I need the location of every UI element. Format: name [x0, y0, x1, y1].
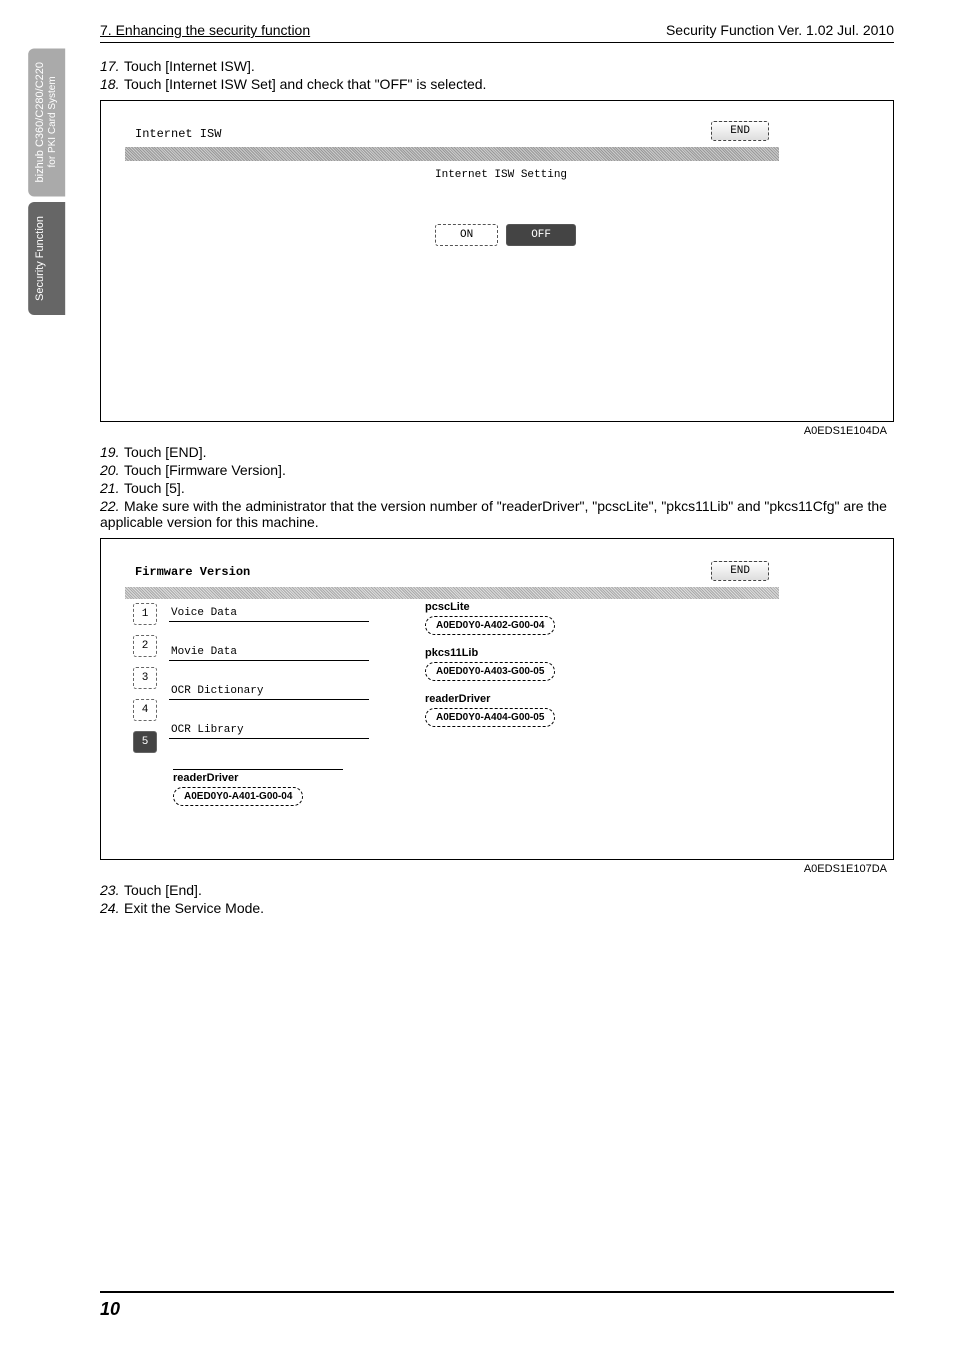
on-off-group: ON OFF — [435, 224, 576, 246]
page-5-button[interactable]: 5 — [133, 731, 157, 753]
tab-security: Security Function — [28, 202, 65, 315]
off-button[interactable]: OFF — [506, 224, 576, 246]
page-2-button[interactable]: 2 — [133, 635, 157, 657]
readerdriver-name-overlay: readerDriver — [173, 769, 343, 784]
page-buttons: 1 2 3 4 5 — [133, 603, 157, 753]
step-20: 20.Touch [Firmware Version]. — [100, 462, 894, 478]
page-4-button[interactable]: 4 — [133, 699, 157, 721]
voice-data-label: Voice Data — [169, 601, 369, 622]
end-button[interactable]: END — [711, 121, 769, 141]
tab-model-sub: for PKI Card System — [47, 62, 59, 182]
page-1-button[interactable]: 1 — [133, 603, 157, 625]
right-column: pcscLite A0ED0Y0-A402-G00-04 pkcs11Lib A… — [425, 601, 655, 739]
header-version: Security Function Ver. 1.02 Jul. 2010 — [666, 22, 894, 38]
screenshot-firmware-version: Firmware Version END 1 2 3 4 5 Voice Dat… — [100, 538, 894, 860]
readerdriver-value-right: A0ED0Y0-A404-G00-05 — [425, 708, 555, 727]
readerdriver-value-overlay: A0ED0Y0-A401-G00-04 — [173, 787, 303, 806]
page-header: 7. Enhancing the security function Secur… — [100, 22, 894, 43]
left-column: Voice Data Movie Data OCR Dictionary OCR… — [169, 601, 369, 757]
frame2-id: A0EDS1E107DA — [804, 863, 887, 875]
side-tabs: bizhub C360/C280/C220 for PKI Card Syste… — [28, 48, 65, 321]
pcsclite-name: pcscLite — [425, 601, 655, 613]
tab-security-label: Security Function — [34, 216, 46, 301]
screen1-divider — [125, 147, 779, 161]
screen1-title: Internet ISW — [135, 127, 221, 141]
pcsclite-value: A0ED0Y0-A402-G00-04 — [425, 616, 555, 635]
step-17: 17.Touch [Internet ISW]. — [100, 58, 894, 74]
page-body: 17.Touch [Internet ISW]. 18.Touch [Inter… — [100, 58, 894, 918]
header-section: 7. Enhancing the security function — [100, 22, 310, 38]
screenshot-internet-isw: Internet ISW END Internet ISW Setting ON… — [100, 100, 894, 422]
movie-data-label: Movie Data — [169, 640, 369, 661]
frame1-id: A0EDS1E104DA — [804, 425, 887, 437]
page-footer: 10 — [100, 1291, 894, 1320]
step-19: 19.Touch [END]. — [100, 444, 894, 460]
tab-model: bizhub C360/C280/C220 for PKI Card Syste… — [28, 48, 65, 196]
page-3-button[interactable]: 3 — [133, 667, 157, 689]
end-button-2[interactable]: END — [711, 561, 769, 581]
screen2-title: Firmware Version — [135, 565, 250, 579]
screen1-subtitle: Internet ISW Setting — [435, 169, 567, 181]
step-18: 18.Touch [Internet ISW Set] and check th… — [100, 76, 894, 92]
page-number: 10 — [100, 1299, 120, 1319]
readerdriver-overlay: readerDriver A0ED0Y0-A401-G00-04 — [173, 769, 343, 818]
step-24: 24.Exit the Service Mode. — [100, 900, 894, 916]
pkcs11lib-name: pkcs11Lib — [425, 647, 655, 659]
ocr-library-label: OCR Library — [169, 718, 369, 739]
step-21: 21.Touch [5]. — [100, 480, 894, 496]
on-button[interactable]: ON — [435, 224, 498, 246]
pkcs11lib-value: A0ED0Y0-A403-G00-05 — [425, 662, 555, 681]
readerdriver-name-right: readerDriver — [425, 693, 655, 705]
screen2-divider — [125, 587, 779, 599]
tab-model-main: bizhub C360/C280/C220 — [34, 62, 46, 182]
step-22: 22.Make sure with the administrator that… — [100, 498, 894, 530]
ocr-dictionary-label: OCR Dictionary — [169, 679, 369, 700]
step-23: 23.Touch [End]. — [100, 882, 894, 898]
